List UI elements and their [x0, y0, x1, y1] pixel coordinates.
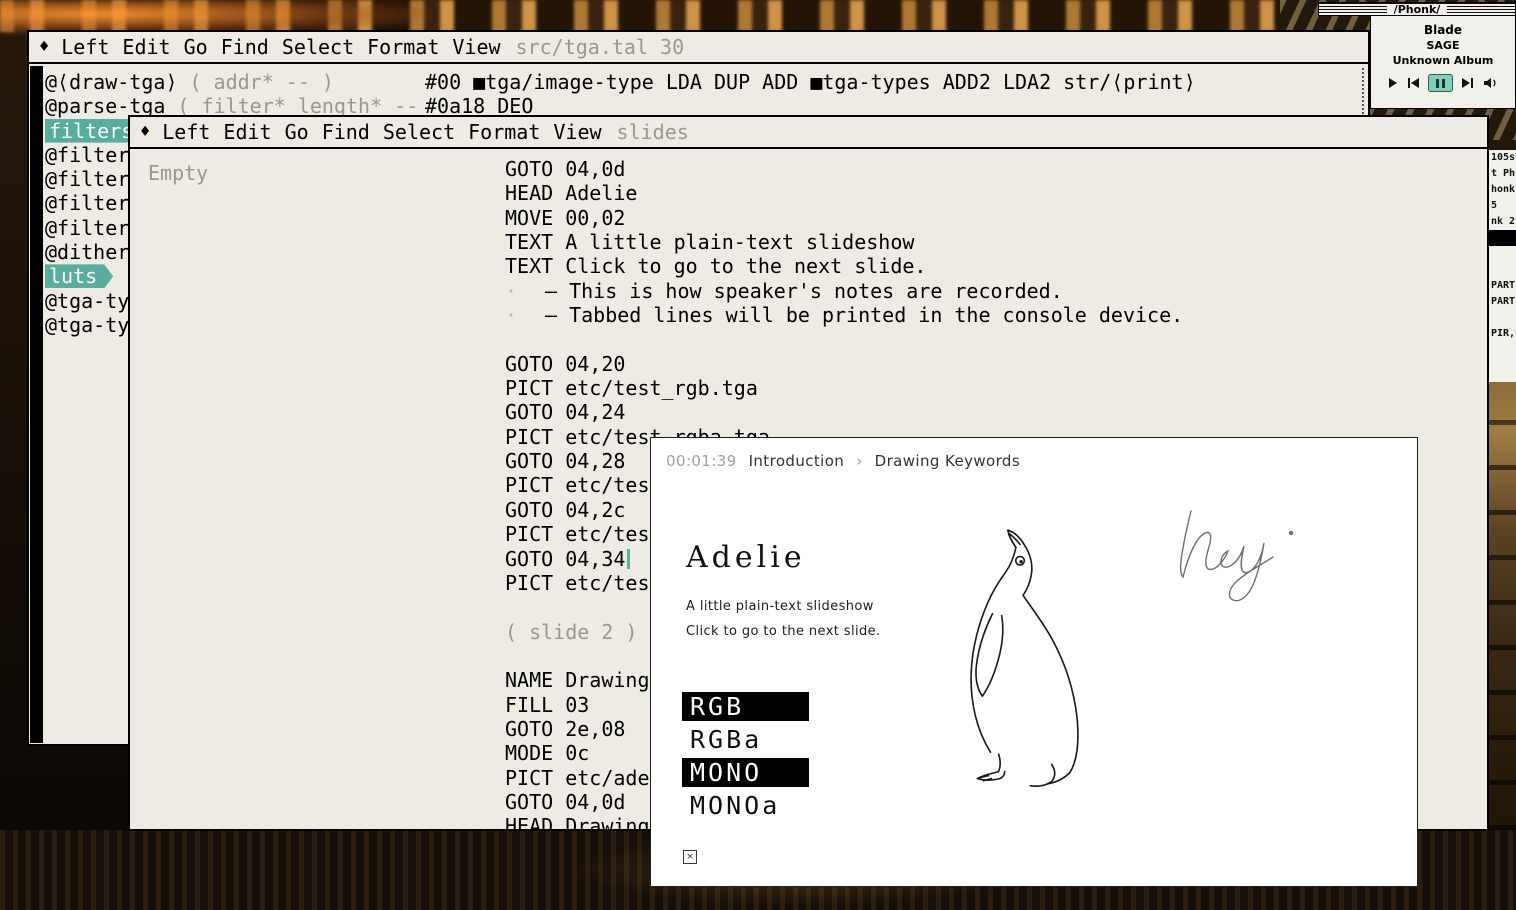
playlist-row[interactable]: [1489, 262, 1516, 278]
code-line[interactable]: [505, 327, 1183, 351]
pause-icon: [1436, 79, 1439, 88]
slideshow-close-button[interactable]: ×: [683, 850, 697, 864]
menu-item-rgba[interactable]: RGBa: [682, 725, 809, 754]
code-line[interactable]: HEAD Adelie: [505, 181, 1183, 205]
symbol-comment: ( addr* -- ): [189, 70, 334, 94]
play-icon[interactable]: [1388, 77, 1398, 89]
code-line[interactable]: GOTO 04,24: [505, 400, 1183, 424]
symbol-name: @filter: [45, 191, 129, 215]
file-label: src/tga.tal 30: [516, 35, 685, 59]
tab-marker: ·: [505, 279, 545, 303]
playlist-row[interactable]: nk 2: [1489, 214, 1516, 230]
menu-item-rgb[interactable]: RGB: [682, 692, 809, 721]
code-line[interactable]: PICT etc/test_rgb.tga: [505, 376, 1183, 400]
symbol-entry[interactable]: @⟨draw-tga⟩ ( addr* -- ): [45, 70, 418, 94]
menu-edit[interactable]: Edit: [122, 35, 170, 59]
slideshow-breadcrumb: 00:01:39 Introduction › Drawing Keywords: [666, 452, 1020, 470]
file-label: slides: [617, 120, 689, 144]
text-cursor: [627, 549, 630, 569]
code-line[interactable]: MOVE 00,02: [505, 206, 1183, 230]
playlist-row[interactable]: PART: [1489, 294, 1516, 310]
menu-edit[interactable]: Edit: [223, 120, 271, 144]
menu-item-mono[interactable]: MONO: [682, 758, 809, 787]
code-line[interactable]: TEXT A little plain-text slideshow: [505, 230, 1183, 254]
menu-find[interactable]: Find: [221, 35, 269, 59]
wallpaper-glow: [0, 0, 430, 34]
player-playlist: 105s t Ph honk 5 nk 2 PART PART PIR,: [1489, 150, 1516, 382]
code-line[interactable]: GOTO 04,0d: [505, 157, 1183, 181]
menu-view[interactable]: View: [452, 35, 500, 59]
playlist-row[interactable]: [1489, 246, 1516, 262]
slide-text-line: Click to go to the next slide.: [686, 619, 881, 644]
breadcrumb-section[interactable]: Introduction: [749, 452, 845, 470]
previous-button[interactable]: [1406, 77, 1420, 89]
playlist-row[interactable]: 5: [1489, 198, 1516, 214]
slide-body-text: A little plain-text slideshow Click to g…: [686, 594, 881, 644]
menu-select[interactable]: Select: [383, 120, 455, 144]
window-slideshow: 00:01:39 Introduction › Drawing Keywords…: [650, 437, 1418, 887]
volume-icon[interactable]: [1483, 77, 1498, 89]
symbol-panel-empty-label: Empty: [148, 161, 208, 185]
menu-left[interactable]: Left: [162, 120, 210, 144]
tab-marker: ·: [505, 303, 545, 327]
slide-text-line: A little plain-text slideshow: [686, 594, 881, 619]
menu-find[interactable]: Find: [322, 120, 370, 144]
symbol-name: @tga-ty: [45, 313, 129, 337]
handwritten-hey: [1169, 493, 1339, 613]
menu-go[interactable]: Go: [285, 120, 309, 144]
playlist-row[interactable]: 105s: [1489, 150, 1516, 166]
playlist-row-selected[interactable]: [1489, 230, 1516, 246]
slide-menu: RGB RGBa MONO MONOa: [682, 692, 809, 824]
slide-title: Adelie: [686, 540, 806, 575]
penguin-drawing: [949, 520, 1144, 800]
player-controls: [1371, 74, 1515, 92]
playlist-row[interactable]: [1489, 310, 1516, 326]
breadcrumb-separator-icon: ›: [856, 452, 862, 470]
code-text: – This is how speaker's notes are record…: [545, 279, 1063, 303]
player-track: Blade: [1371, 23, 1515, 37]
code-line[interactable]: #00 ■tga/image-type LDA DUP ADD ■tga-typ…: [425, 70, 1196, 94]
symbol-name: @filter: [45, 143, 129, 167]
scrollbar[interactable]: [30, 66, 43, 743]
symbol-name: @filter: [45, 216, 129, 240]
player-title: /Phonk/: [1387, 4, 1448, 15]
menu-format[interactable]: Format: [468, 120, 540, 144]
menu-left[interactable]: Left: [61, 35, 109, 59]
player-artist: SAGE: [1371, 39, 1515, 52]
player-titlebar[interactable]: /Phonk/: [1318, 2, 1516, 16]
slide-timer: 00:01:39: [666, 452, 737, 470]
symbol-name: @tga-ty: [45, 289, 129, 313]
menu-view[interactable]: View: [553, 120, 601, 144]
next-button[interactable]: [1461, 77, 1475, 89]
app-menu-icon[interactable]: ♦: [140, 122, 150, 142]
code-line[interactable]: GOTO 04,20: [505, 352, 1183, 376]
playlist-row[interactable]: PART: [1489, 278, 1516, 294]
document-text[interactable]: #00 ■tga/image-type LDA DUP ADD ■tga-typ…: [425, 70, 1196, 119]
code-line[interactable]: ·– Tabbed lines will be printed in the c…: [505, 303, 1183, 327]
menu-format[interactable]: Format: [367, 35, 439, 59]
playlist-row[interactable]: t Ph: [1489, 166, 1516, 182]
symbol-name: @dither: [45, 240, 129, 264]
menu-select[interactable]: Select: [282, 35, 354, 59]
pause-button[interactable]: [1428, 74, 1453, 92]
player-window: Blade SAGE Unknown Album: [1370, 16, 1516, 109]
code-text: GOTO 04,34: [505, 547, 625, 571]
menu-go[interactable]: Go: [184, 35, 208, 59]
menubar-slides: ♦ Left Edit Go Find Select Format View s…: [130, 117, 1487, 149]
symbol-name: @⟨draw-tga⟩: [45, 70, 177, 94]
app-menu-icon[interactable]: ♦: [39, 37, 49, 57]
playlist-row[interactable]: honk: [1489, 182, 1516, 198]
playlist-row[interactable]: PIR,: [1489, 326, 1516, 342]
code-line[interactable]: TEXT Click to go to the next slide.: [505, 254, 1183, 278]
menubar-tga: ♦ Left Edit Go Find Select Format View s…: [29, 32, 1368, 64]
breadcrumb-slide[interactable]: Drawing Keywords: [875, 452, 1020, 470]
menu-item-monoa[interactable]: MONOa: [682, 791, 809, 820]
symbol-name: @filter: [45, 167, 129, 191]
player-album: Unknown Album: [1371, 54, 1515, 67]
symbol-selected-luts[interactable]: luts: [45, 264, 113, 288]
code-text: – Tabbed lines will be printed in the co…: [545, 303, 1183, 327]
code-line[interactable]: ·– This is how speaker's notes are recor…: [505, 279, 1183, 303]
